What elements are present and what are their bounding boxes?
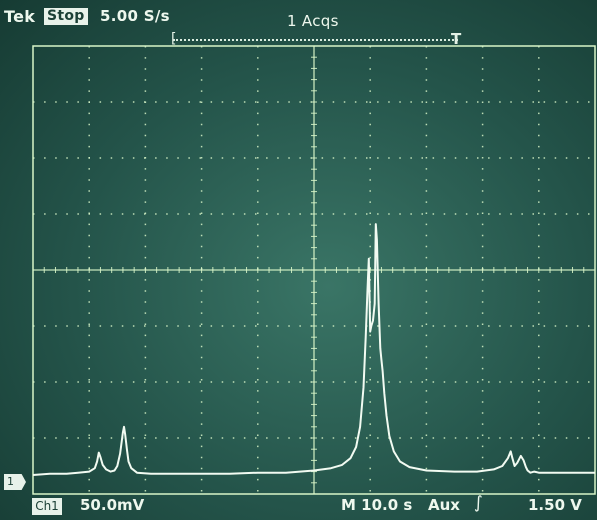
brand-label: Tek — [4, 7, 36, 26]
record-position-bar — [173, 39, 458, 42]
graticule — [32, 45, 596, 495]
channel-ground-marker: 1 — [4, 474, 26, 490]
timescale-readout: M 10.0 s — [341, 496, 413, 514]
record-start-marker: [ — [171, 31, 177, 47]
sample-rate-readout: 5.00 S/s — [100, 7, 170, 25]
trigger-point-icon: T — [451, 30, 462, 48]
rising-edge-icon: ∫ — [474, 493, 483, 513]
acquisition-state-badge: Stop — [44, 8, 88, 25]
channel-badge: Ch1 — [32, 498, 62, 515]
waveform-display — [32, 45, 596, 495]
trigger-source-readout: Aux — [428, 496, 460, 514]
channel-scale-readout: 50.0mV — [80, 496, 145, 514]
acquisition-count-readout: 1 Acqs — [287, 12, 339, 30]
trigger-level-readout: 1.50 V — [528, 496, 582, 514]
